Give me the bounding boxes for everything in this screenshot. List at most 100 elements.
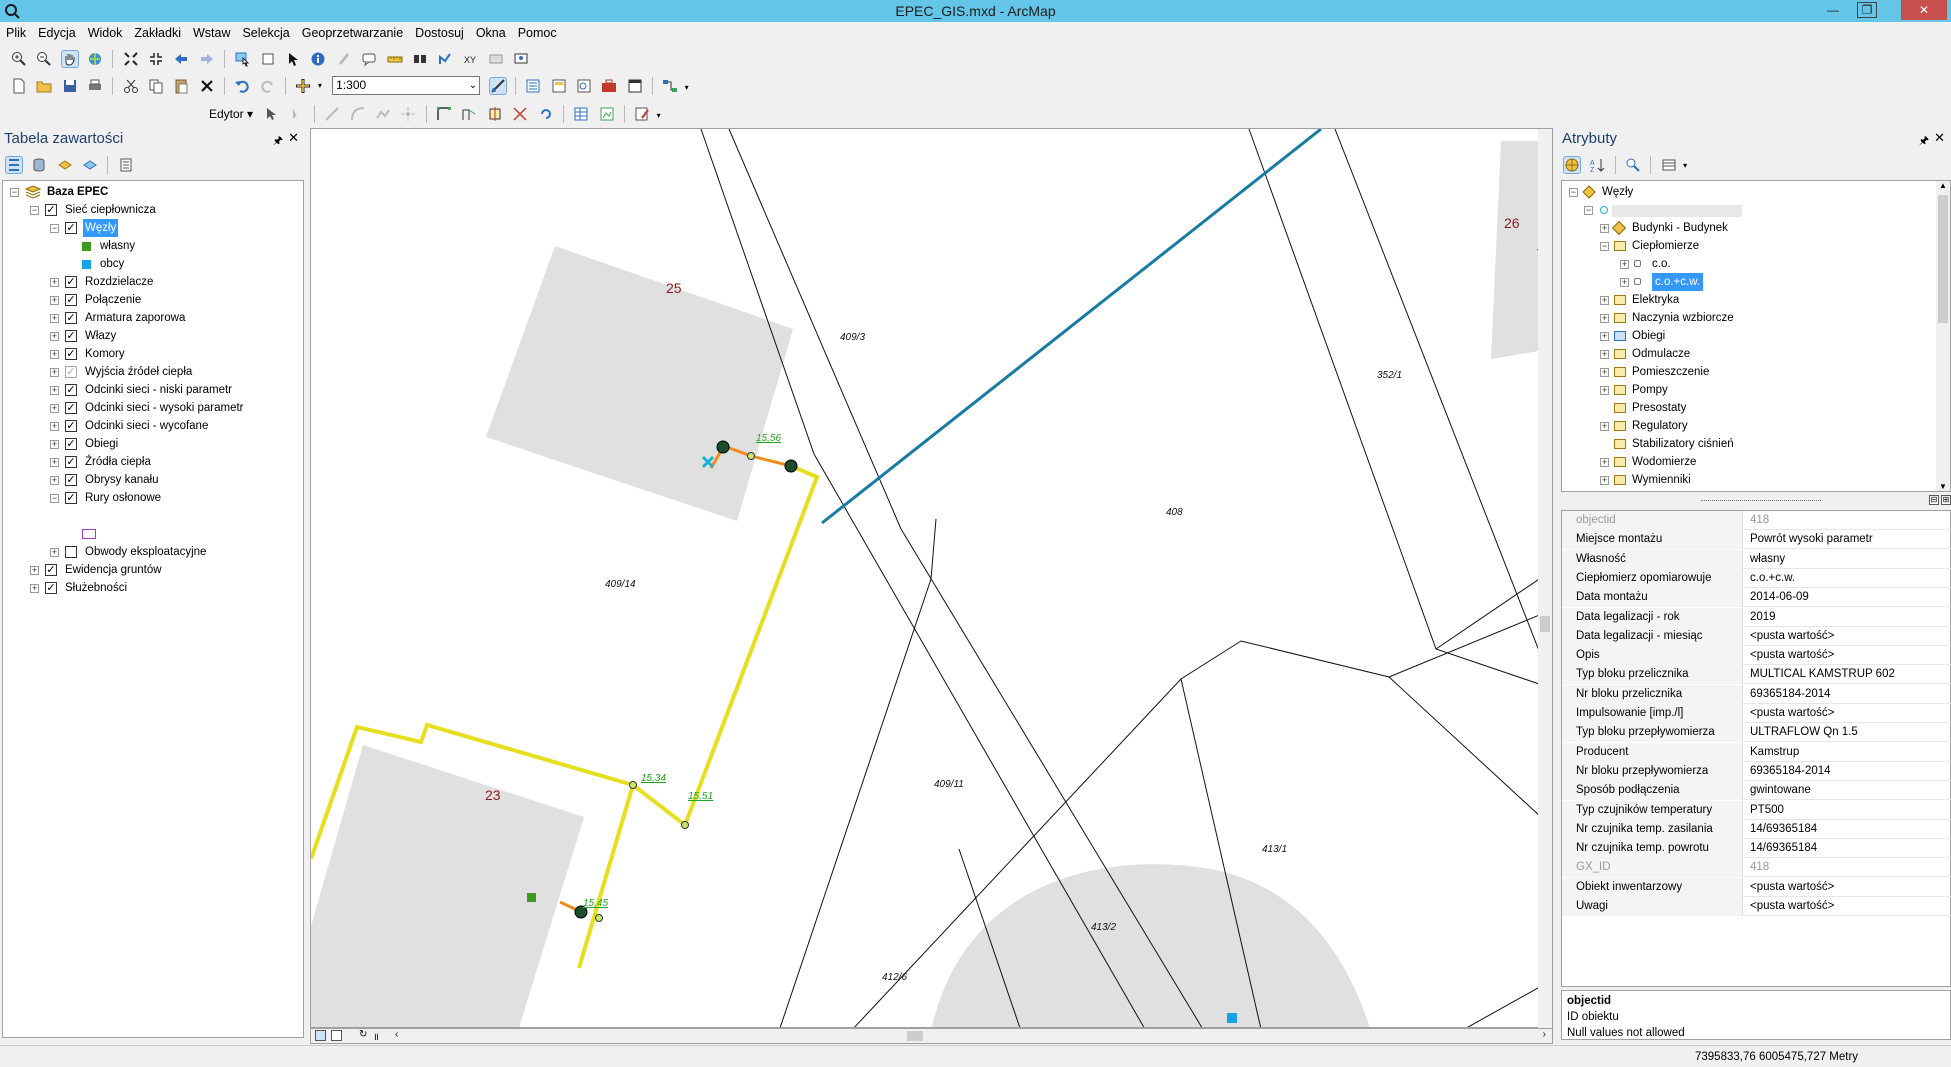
visibility-checkbox[interactable]: ✓ bbox=[65, 474, 77, 486]
visibility-checkbox[interactable]: ✓ bbox=[45, 564, 57, 576]
visibility-checkbox[interactable]: ✓ bbox=[65, 438, 77, 450]
attribute-field-value[interactable]: <pusta wartość> bbox=[1744, 897, 1834, 916]
menu-dostosuj[interactable]: Dostosuj bbox=[409, 24, 470, 40]
attribute-field-value[interactable]: 418 bbox=[1744, 858, 1769, 877]
zoom-out-icon[interactable] bbox=[36, 51, 52, 67]
collapse-icon[interactable]: − bbox=[1584, 206, 1593, 215]
edit-annotation-icon[interactable] bbox=[289, 106, 305, 122]
attribute-field-value[interactable]: <pusta wartość> bbox=[1744, 704, 1834, 723]
attribute-row[interactable]: Nr bloku przelicznika 69365184-2014 bbox=[1562, 684, 1951, 704]
visibility-checkbox[interactable]: ✓ bbox=[65, 276, 77, 288]
expand-icon[interactable]: + bbox=[1600, 476, 1609, 485]
print-icon[interactable] bbox=[87, 78, 103, 94]
sort-ascending-icon[interactable]: AZ bbox=[1589, 157, 1605, 173]
collapse-icon[interactable]: − bbox=[50, 224, 59, 233]
expand-icon[interactable]: + bbox=[1600, 350, 1609, 359]
attribute-row[interactable]: Własność własny bbox=[1562, 549, 1951, 569]
list-by-source-icon[interactable] bbox=[31, 157, 47, 173]
attribute-row[interactable]: Typ bloku przelicznika MULTICAL KAMSTRUP … bbox=[1562, 665, 1951, 685]
create-features-icon[interactable] bbox=[634, 106, 650, 122]
visibility-checkbox[interactable]: ✓ bbox=[45, 204, 57, 216]
python-window-icon[interactable] bbox=[627, 78, 643, 94]
options-dropdown-icon[interactable]: ▾ bbox=[1683, 161, 1687, 170]
reshape-feature-icon[interactable] bbox=[461, 106, 477, 122]
add-data-dropdown-icon[interactable]: ▾ bbox=[318, 81, 326, 90]
clear-selection-icon[interactable] bbox=[260, 51, 276, 67]
collapse-icon[interactable]: − bbox=[10, 188, 19, 197]
expand-icon[interactable]: + bbox=[50, 314, 59, 323]
attribute-row[interactable]: Typ bloku przepływomierza ULTRAFLOW Qn 1.… bbox=[1562, 723, 1951, 743]
pin-icon[interactable]: 🖈 bbox=[273, 132, 283, 151]
add-data-icon[interactable] bbox=[295, 78, 311, 94]
visibility-checkbox[interactable]: ✓ bbox=[65, 384, 77, 396]
visibility-checkbox[interactable]: ✓ bbox=[65, 492, 77, 504]
attribute-row[interactable]: Impulsowanie [imp./l] <pusta wartość> bbox=[1562, 704, 1951, 723]
rotate-icon[interactable] bbox=[538, 106, 554, 122]
visibility-checkbox[interactable]: ✓ bbox=[65, 348, 77, 360]
select-elements-icon[interactable] bbox=[285, 51, 301, 67]
expand-icon[interactable]: + bbox=[30, 584, 39, 593]
expand-icon[interactable]: + bbox=[30, 566, 39, 575]
attribute-row[interactable]: GX_ID 418 bbox=[1562, 858, 1951, 878]
fixed-zoom-out-icon[interactable] bbox=[148, 51, 164, 67]
attribute-field-value[interactable]: 418 bbox=[1744, 511, 1769, 530]
select-features-icon[interactable] bbox=[234, 51, 250, 67]
pin-icon[interactable]: 🖈 bbox=[1919, 132, 1929, 151]
attribute-field-value[interactable]: 14/69365184 bbox=[1744, 820, 1817, 839]
attribute-row[interactable]: Data montażu 2014-06-09 bbox=[1562, 588, 1951, 608]
scroll-left-icon[interactable]: ‹ bbox=[395, 1029, 398, 1040]
expand-icon[interactable]: + bbox=[50, 368, 59, 377]
editor-menu-button[interactable]: Edytor ▾ bbox=[205, 107, 257, 121]
splitter-bar[interactable]: ⊟ ⊞ bbox=[1561, 494, 1951, 508]
visibility-checkbox[interactable]: ✓ bbox=[65, 456, 77, 468]
arctoolbox-icon[interactable] bbox=[601, 78, 617, 94]
zoom-in-icon[interactable] bbox=[11, 51, 27, 67]
collapse-icon[interactable]: − bbox=[1569, 188, 1578, 197]
menu-pomoc[interactable]: Pomoc bbox=[512, 24, 563, 40]
visibility-checkbox[interactable]: ✓ bbox=[65, 312, 77, 324]
visibility-checkbox[interactable]: ✓ bbox=[65, 222, 77, 234]
attribute-row[interactable]: Producent Kamstrup bbox=[1562, 742, 1951, 762]
editor-toolbar-toggle-icon[interactable] bbox=[488, 77, 507, 95]
expand-icon[interactable]: + bbox=[50, 458, 59, 467]
menu-zakladki[interactable]: Zakładki bbox=[128, 24, 187, 40]
list-by-selection-icon[interactable] bbox=[82, 157, 98, 173]
find-icon[interactable] bbox=[412, 51, 428, 67]
visibility-checkbox[interactable]: ✓ bbox=[65, 420, 77, 432]
scroll-thumb[interactable] bbox=[1540, 616, 1550, 632]
save-icon[interactable] bbox=[62, 78, 78, 94]
attribute-field-value[interactable]: MULTICAL KAMSTRUP 602 bbox=[1744, 665, 1895, 684]
sketch-properties-icon[interactable] bbox=[599, 106, 615, 122]
search-features-icon[interactable] bbox=[1625, 157, 1641, 173]
visibility-checkbox[interactable]: ✓ bbox=[45, 582, 57, 594]
attribute-field-value[interactable]: <pusta wartość> bbox=[1744, 627, 1834, 646]
edit-vertices-icon[interactable] bbox=[436, 106, 452, 122]
layout-view-icon[interactable] bbox=[331, 1030, 342, 1041]
horizontal-scroll-thumb[interactable] bbox=[907, 1031, 923, 1041]
expand-icon[interactable]: + bbox=[1620, 278, 1629, 287]
attribute-row[interactable]: Typ czujników temperatury PT500 bbox=[1562, 800, 1951, 820]
back-extent-icon[interactable] bbox=[173, 51, 189, 67]
expand-icon[interactable]: + bbox=[50, 476, 59, 485]
endpoint-arc-icon[interactable] bbox=[350, 106, 366, 122]
expand-icon[interactable]: + bbox=[1600, 332, 1609, 341]
attributes-close-icon[interactable]: ✕ bbox=[1934, 130, 1945, 146]
map-vertical-scrollbar[interactable] bbox=[1538, 129, 1552, 1028]
maximize-button[interactable]: ❐ bbox=[1857, 2, 1877, 18]
cut-icon[interactable] bbox=[123, 78, 139, 94]
expand-icon[interactable]: + bbox=[1600, 368, 1609, 377]
attribute-row[interactable]: Nr czujnika temp. powrotu 14/69365184 bbox=[1562, 839, 1951, 859]
expand-icon[interactable]: + bbox=[50, 350, 59, 359]
menu-edycja[interactable]: Edycja bbox=[32, 24, 82, 40]
toolbar-overflow-icon[interactable]: ▾ bbox=[685, 83, 693, 92]
expand-icon[interactable]: + bbox=[50, 440, 59, 449]
fixed-zoom-in-icon[interactable] bbox=[123, 51, 139, 67]
attribute-field-value[interactable]: 2014-06-09 bbox=[1744, 588, 1809, 607]
expand-icon[interactable]: + bbox=[50, 296, 59, 305]
scroll-down-icon[interactable]: ▼ bbox=[1939, 482, 1947, 491]
search-window-icon[interactable] bbox=[576, 78, 592, 94]
tree-scrollbar[interactable]: ▲ ▼ bbox=[1936, 181, 1950, 491]
undo-icon[interactable] bbox=[234, 78, 250, 94]
goto-xy-icon[interactable]: XY bbox=[463, 51, 479, 67]
hyperlink-icon[interactable] bbox=[336, 51, 352, 67]
